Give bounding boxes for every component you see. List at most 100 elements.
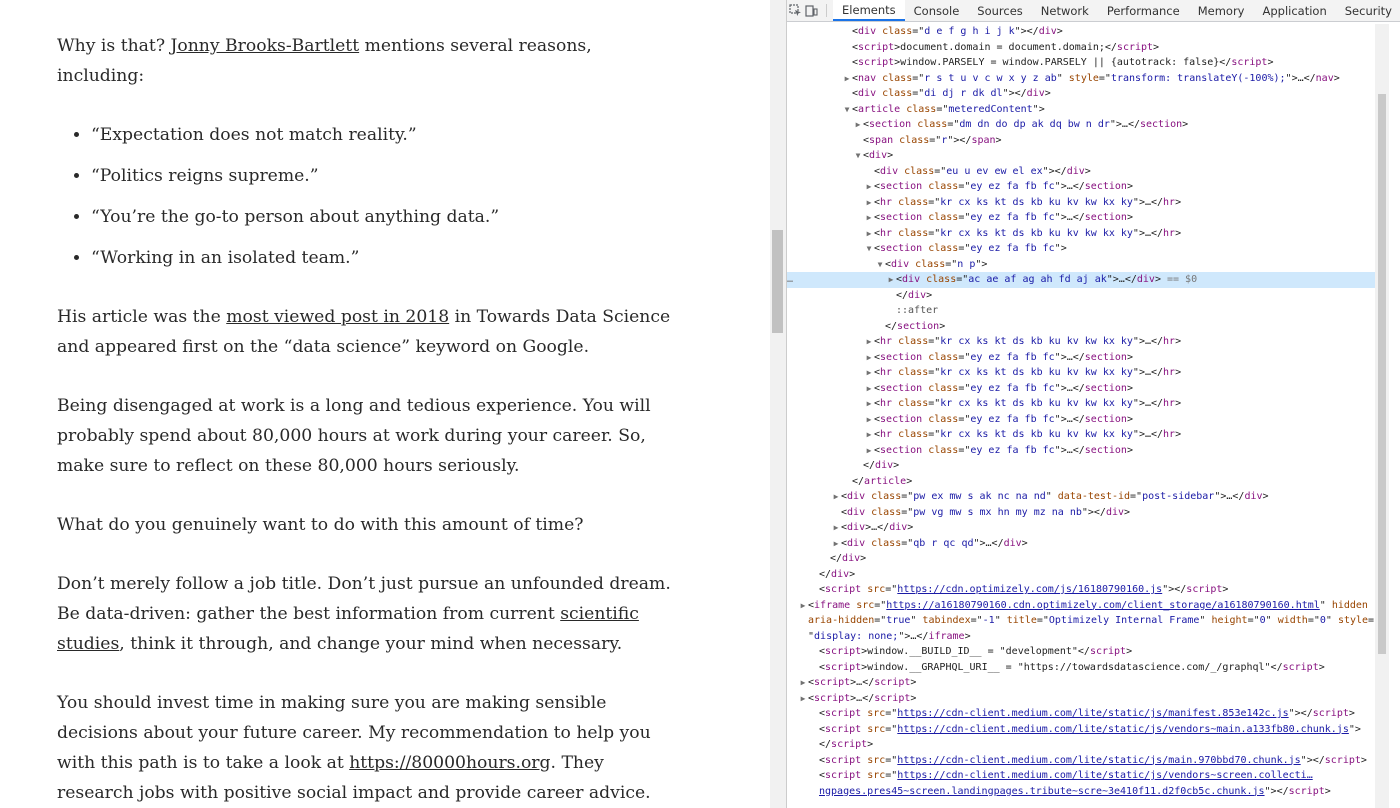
tab-security[interactable]: Security (1336, 0, 1400, 21)
dom-node-row[interactable]: ▶ <script>…</script> (787, 691, 1375, 707)
expand-triangle-icon[interactable]: ▶ (831, 520, 841, 536)
dom-node-row[interactable]: ::after (787, 303, 1375, 319)
dom-node-row[interactable]: <div class="di dj r dk dl"></div> (787, 86, 1375, 102)
dom-node-row[interactable]: </section> (787, 319, 1375, 335)
dom-token: =" (874, 599, 887, 611)
dom-node-row[interactable]: ▶ <section class="ey ez fa fb fc">…</sect… (787, 210, 1375, 226)
expand-triangle-icon[interactable]: ▶ (842, 71, 852, 87)
dom-node-row[interactable]: ▶ <div class="qb r qc qd">…</div> (787, 536, 1375, 552)
expand-triangle-icon[interactable]: ▶ (864, 396, 874, 412)
dom-node-row[interactable]: ngpages.pres45~screen.landingpages.tribu… (787, 784, 1375, 800)
dom-node-row[interactable]: ▶ <section class="ey ez fa fb fc">…</sect… (787, 350, 1375, 366)
author-link[interactable]: Jonny Brooks-Bartlett (171, 36, 360, 56)
page-scrollbar-thumb[interactable] (772, 230, 783, 333)
dom-node-row[interactable]: <script src="https://cdn-client.medium.c… (787, 706, 1375, 722)
dom-node-row[interactable]: </script> (787, 737, 1375, 753)
dom-node-row[interactable]: <div class="d e f g h i j k"></div> (787, 24, 1375, 40)
dom-node-row[interactable]: ▶ <section class="ey ez fa fb fc">…</sect… (787, 179, 1375, 195)
dom-node-row[interactable]: ▶ <nav class="r s t u v c w x y z ab" sty… (787, 71, 1375, 87)
tab-performance[interactable]: Performance (1098, 0, 1189, 21)
dom-node-row[interactable]: aria-hidden="true" tabindex="-1" title="… (787, 613, 1375, 629)
dom-node-row[interactable]: <script src="https://cdn.optimizely.com/… (787, 582, 1375, 598)
expand-triangle-icon[interactable]: ▶ (864, 427, 874, 443)
dom-node-row[interactable]: <script>window.__BUILD_ID__ = "developme… (787, 644, 1375, 660)
dom-node-row[interactable]: <script>window.__GRAPHQL_URI__ = "https:… (787, 660, 1375, 676)
dom-token: section (869, 119, 912, 130)
dom-node-row[interactable]: ▶ <section class="dm dn do dp ak dq bw n … (787, 117, 1375, 133)
dom-node-row[interactable]: ▶ <script>…</script> (787, 675, 1375, 691)
dom-node-row[interactable]: </div> (787, 288, 1375, 304)
dom-node-row[interactable]: ▶ <hr class="kr cx ks kt ds kb ku kv kw k… (787, 427, 1375, 443)
tab-application[interactable]: Application (1253, 0, 1335, 21)
collapse-triangle-icon[interactable]: ▼ (875, 257, 885, 273)
dom-node-row[interactable]: ▶ <iframe src="https://a16180790160.cdn.o… (787, 598, 1375, 614)
expand-triangle-icon[interactable]: ▶ (798, 675, 808, 691)
dom-node-row[interactable]: <div class="pw vg mw s mx hn my mz na nb… (787, 505, 1375, 521)
node-actions-ellipsis[interactable]: … (787, 272, 793, 288)
expand-triangle-icon[interactable]: ▶ (864, 350, 874, 366)
expand-triangle-icon[interactable]: ▶ (864, 334, 874, 350)
devtools-scrollbar-thumb[interactable] (1378, 94, 1386, 654)
dom-node-row[interactable]: </div> (787, 567, 1375, 583)
dom-node-row[interactable]: ▼ <div> (787, 148, 1375, 164)
dom-node-row[interactable]: ▶ <div class="pw ex mw s ak nc na nd" dat… (787, 489, 1375, 505)
dom-node-row[interactable]: ▶ <hr class="kr cx ks kt ds kb ku kv kw k… (787, 195, 1375, 211)
dom-node-row[interactable]: ▶ <section class="ey ez fa fb fc">…</sect… (787, 381, 1375, 397)
dom-node-row[interactable]: ▶ <section class="ey ez fa fb fc">…</sect… (787, 443, 1375, 459)
dom-node-row[interactable]: <script>document.domain = document.domai… (787, 40, 1375, 56)
dom-node-row[interactable]: ▶ <hr class="kr cx ks kt ds kb ku kv kw k… (787, 334, 1375, 350)
expand-triangle-icon[interactable]: ▶ (864, 381, 874, 397)
dom-token: ey ez fa fb fc (970, 181, 1055, 192)
dom-node-row[interactable]: ▼ <section class="ey ez fa fb fc"> (787, 241, 1375, 257)
dom-node-row[interactable]: <script src="https://cdn-client.medium.c… (787, 753, 1375, 769)
dom-node-row[interactable]: </div> (787, 551, 1375, 567)
expand-triangle-icon[interactable]: ▶ (864, 210, 874, 226)
expand-triangle-icon[interactable]: ▶ (886, 272, 896, 288)
expand-triangle-icon[interactable]: ▶ (864, 443, 874, 459)
dom-node-row[interactable]: <div class="eu u ev ew el ex"></div> (787, 164, 1375, 180)
dom-node-row[interactable]: "display: none;">…</iframe> (787, 629, 1375, 645)
collapse-triangle-icon[interactable]: ▼ (842, 102, 852, 118)
tab-sources[interactable]: Sources (968, 0, 1032, 21)
devtools-scrollbar[interactable] (1375, 24, 1389, 808)
expand-triangle-icon[interactable]: ▶ (831, 489, 841, 505)
expand-triangle-icon[interactable]: ▶ (798, 598, 808, 614)
collapse-triangle-icon[interactable]: ▼ (853, 148, 863, 164)
dom-node-selected[interactable]: … ▶ <div class="ac ae af ag ah fd aj ak">…… (787, 272, 1375, 288)
expand-triangle-icon[interactable]: ▶ (864, 226, 874, 242)
dom-node-row[interactable]: ▶ <section class="ey ez fa fb fc">…</sect… (787, 412, 1375, 428)
dom-node-row[interactable]: ▼ <article class="meteredContent"> (787, 102, 1375, 118)
dom-node-row[interactable]: </article> (787, 474, 1375, 490)
dom-token: script (1288, 785, 1325, 797)
dom-node-row[interactable]: <script>window.PARSELY = window.PARSELY … (787, 55, 1375, 71)
collapse-triangle-icon[interactable]: ▼ (864, 241, 874, 257)
expand-triangle-icon[interactable]: ▶ (831, 536, 841, 552)
tab-console[interactable]: Console (905, 0, 969, 21)
expand-triangle-icon[interactable]: ▶ (864, 195, 874, 211)
tab-elements[interactable]: Elements (833, 0, 905, 21)
tab-memory[interactable]: Memory (1189, 0, 1254, 21)
expand-triangle-icon[interactable]: ▶ (853, 117, 863, 133)
dom-node-row[interactable]: ▶ <hr class="kr cx ks kt ds kb ku kv kw k… (787, 365, 1375, 381)
dom-node-row[interactable]: </div> (787, 458, 1375, 474)
most-viewed-post-link[interactable]: most viewed post in 2018 (226, 307, 449, 327)
dom-node-row[interactable]: <script src="https://cdn-client.medium.c… (787, 722, 1375, 738)
inspect-element-icon[interactable] (787, 0, 804, 21)
dom-node-row[interactable]: <span class="r"></span> (787, 133, 1375, 149)
tab-network[interactable]: Network (1032, 0, 1098, 21)
dom-node-row[interactable]: ▼ <div class="n p"> (787, 257, 1375, 273)
device-toolbar-icon[interactable] (804, 0, 821, 21)
dom-token: class (928, 382, 959, 394)
dom-node-row[interactable]: ▶ <hr class="kr cx ks kt ds kb ku kv kw k… (787, 226, 1375, 242)
expand-triangle-icon[interactable]: ▶ (798, 691, 808, 707)
expand-triangle-icon[interactable]: ▶ (864, 412, 874, 428)
dom-node-row[interactable]: <script src="https://cdn-client.medium.c… (787, 768, 1375, 784)
dom-node-row[interactable]: ▶ <div>…</div> (787, 520, 1375, 536)
dom-token: ey ez fa fb fc (970, 212, 1055, 223)
page-scrollbar[interactable] (770, 0, 786, 808)
expand-triangle-icon[interactable]: ▶ (864, 365, 874, 381)
80000hours-link[interactable]: https://80000hours.org (349, 753, 550, 773)
dom-node-row[interactable]: ▶ <hr class="kr cx ks kt ds kb ku kv kw k… (787, 396, 1375, 412)
dom-token: =" (958, 351, 971, 363)
expand-triangle-icon[interactable]: ▶ (864, 179, 874, 195)
